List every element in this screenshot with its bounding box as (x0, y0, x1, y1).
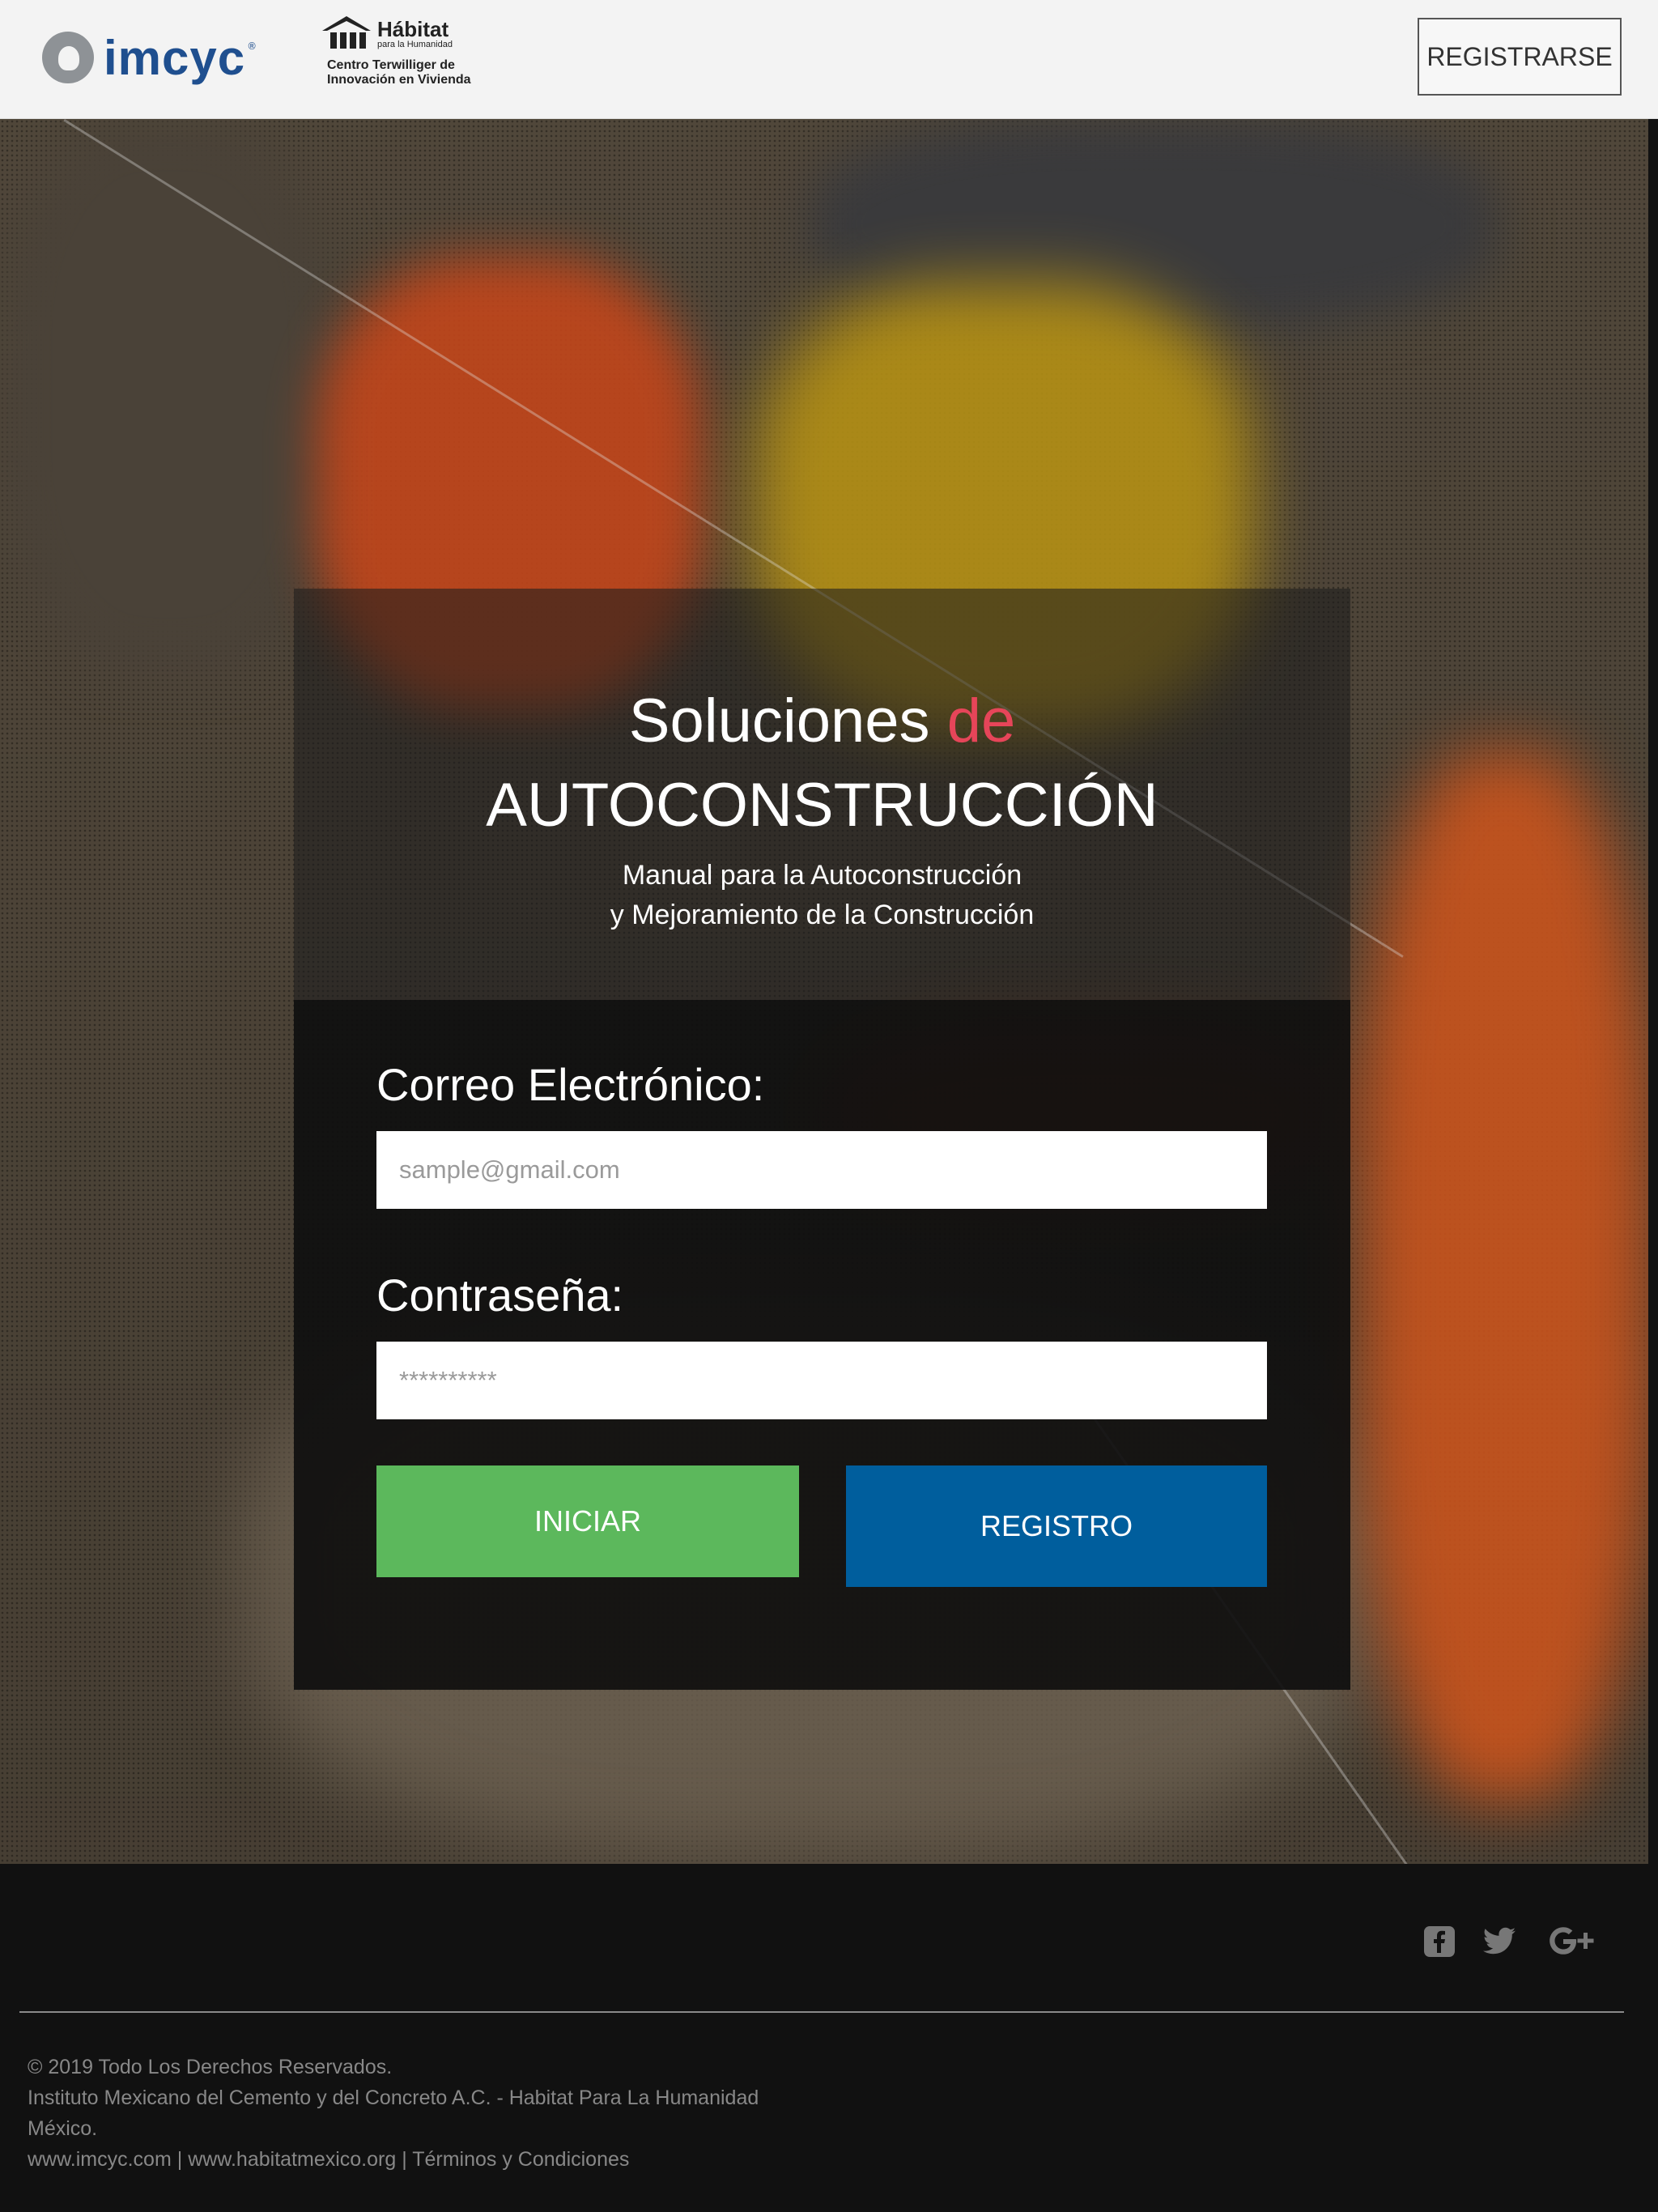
habitat-logo-name: Hábitat (377, 17, 449, 41)
register-button[interactable]: REGISTRO (846, 1465, 1267, 1587)
imcyc-logo-mark-icon (42, 32, 94, 83)
registered-mark-icon: ® (247, 40, 257, 52)
imcyc-logo[interactable]: imcyc ® (42, 24, 257, 91)
link-separator: | (402, 2148, 407, 2171)
facebook-icon[interactable] (1415, 1917, 1464, 1966)
hero-background: Soluciones de AUTOCONSTRUCCIÓN Manual pa… (0, 119, 1648, 1864)
email-field[interactable] (376, 1131, 1267, 1209)
copyright-text: © 2019 Todo Los Derechos Reservados. (28, 2056, 393, 2078)
login-form: Correo Electrónico: Contraseña: INICIAR … (294, 1000, 1350, 1690)
terms-link[interactable]: Términos y Condiciones (412, 2148, 629, 2171)
subtitle-line-1: Manual para la Autoconstrucción (622, 860, 1022, 891)
habitat-logo-subname: para la Humanidad (377, 40, 453, 49)
twitter-icon[interactable] (1475, 1917, 1524, 1966)
footer-links: www.imcyc.com | www.habitatmexico.org | … (28, 2144, 759, 2175)
email-label: Correo Electrónico: (376, 1059, 765, 1110)
habitat-logo-caption: Centro Terwilliger de Innovación en Vivi… (321, 58, 499, 87)
habitat-logo[interactable]: Hábitat para la Humanidad Centro Terwill… (321, 15, 499, 104)
imcyc-logo-text: imcyc (104, 30, 246, 85)
password-label: Contraseña: (376, 1270, 624, 1321)
habitat-house-icon (322, 16, 371, 49)
password-field[interactable] (376, 1342, 1267, 1419)
habitat-caption-line-2: Innovación en Vivienda (327, 73, 471, 87)
footer-text: © 2019 Todo Los Derechos Reservados. Ins… (28, 2052, 759, 2175)
login-button[interactable]: INICIAR (376, 1465, 799, 1577)
page-title: Soluciones de AUTOCONSTRUCCIÓN (294, 679, 1350, 848)
imcyc-link[interactable]: www.imcyc.com (28, 2148, 172, 2171)
title-accent: de (946, 687, 1016, 755)
country-text: México. (28, 2117, 98, 2140)
login-card: Soluciones de AUTOCONSTRUCCIÓN Manual pa… (294, 589, 1350, 1690)
page-subtitle: Manual para la Autoconstrucción y Mejora… (294, 856, 1350, 935)
subtitle-line-2: y Mejoramiento de la Construcción (610, 900, 1035, 930)
title-word: Soluciones (628, 687, 930, 755)
top-header: imcyc ® Hábitat para la Humanidad Centro… (0, 0, 1658, 119)
habitat-link[interactable]: www.habitatmexico.org (188, 2148, 396, 2171)
link-separator: | (176, 2148, 183, 2171)
google-plus-icon[interactable] (1543, 1917, 1603, 1966)
title-line-2: AUTOCONSTRUCCIÓN (486, 771, 1158, 840)
habitat-caption-line-1: Centro Terwilliger de (327, 58, 455, 72)
footer-divider (19, 2011, 1624, 2013)
organization-text: Instituto Mexicano del Cemento y del Con… (28, 2087, 759, 2109)
register-top-button[interactable]: REGISTRARSE (1418, 18, 1622, 96)
footer: © 2019 Todo Los Derechos Reservados. Ins… (0, 1864, 1658, 2212)
